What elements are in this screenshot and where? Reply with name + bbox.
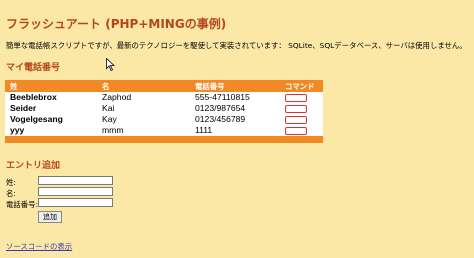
- cell-first-name: mmm: [97, 125, 190, 136]
- last-name-input[interactable]: [38, 176, 113, 185]
- delete-button[interactable]: [285, 93, 307, 102]
- cell-phone: 0123/456789: [190, 114, 280, 125]
- cell-phone: 555-47110815: [190, 92, 280, 103]
- column-header-first-name: 名: [97, 80, 190, 92]
- add-button[interactable]: 追加: [38, 211, 62, 223]
- cell-last-name: Seider: [5, 103, 97, 114]
- entry-form-heading: エントリ追加: [6, 161, 61, 171]
- delete-button[interactable]: [285, 115, 307, 124]
- cell-phone: 0123/987654: [190, 103, 280, 114]
- cell-last-name: Vogelgesang: [5, 114, 97, 125]
- page-description: 簡単な電話帳スクリプトですが、最新のテクノロジーを駆使して実装されています： S…: [6, 41, 467, 50]
- cell-last-name: Beeblebrox: [5, 92, 97, 103]
- table-row: Beeblebrox Zaphod 555-47110815: [5, 92, 323, 103]
- cell-first-name: Kai: [97, 103, 190, 114]
- column-header-command: コマンド: [280, 80, 323, 92]
- column-header-phone: 電話番号: [190, 80, 280, 92]
- first-name-input[interactable]: [38, 187, 113, 196]
- cell-last-name: yyy: [5, 125, 97, 136]
- cell-phone: 1111: [190, 125, 280, 136]
- table-footer-bar: [5, 136, 323, 143]
- phonebook-table: 姓 名 電話番号 コマンド Beeblebrox Zaphod 555-4711…: [5, 80, 323, 143]
- last-name-label: 姓:: [6, 178, 16, 187]
- delete-button[interactable]: [285, 104, 307, 113]
- table-header-row: 姓 名 電話番号 コマンド: [5, 80, 323, 92]
- table-row: Seider Kai 0123/987654: [5, 103, 323, 114]
- column-header-last-name: 姓: [5, 80, 97, 92]
- phone-input[interactable]: [38, 198, 113, 207]
- cell-first-name: Zaphod: [97, 92, 190, 103]
- phonebook-heading: マイ電話番号: [6, 63, 61, 73]
- table-row: yyy mmm 1111: [5, 125, 323, 136]
- cell-first-name: Kay: [97, 114, 190, 125]
- view-source-link[interactable]: ソースコードの表示: [6, 241, 72, 252]
- delete-button[interactable]: [285, 126, 307, 135]
- table-row: Vogelgesang Kay 0123/456789: [5, 114, 323, 125]
- page-title: フラッシュアート (PHP+MINGの事例): [6, 17, 227, 31]
- mouse-cursor-icon: [106, 58, 115, 71]
- phone-label: 電話番号:: [6, 200, 39, 209]
- first-name-label: 名:: [6, 189, 16, 198]
